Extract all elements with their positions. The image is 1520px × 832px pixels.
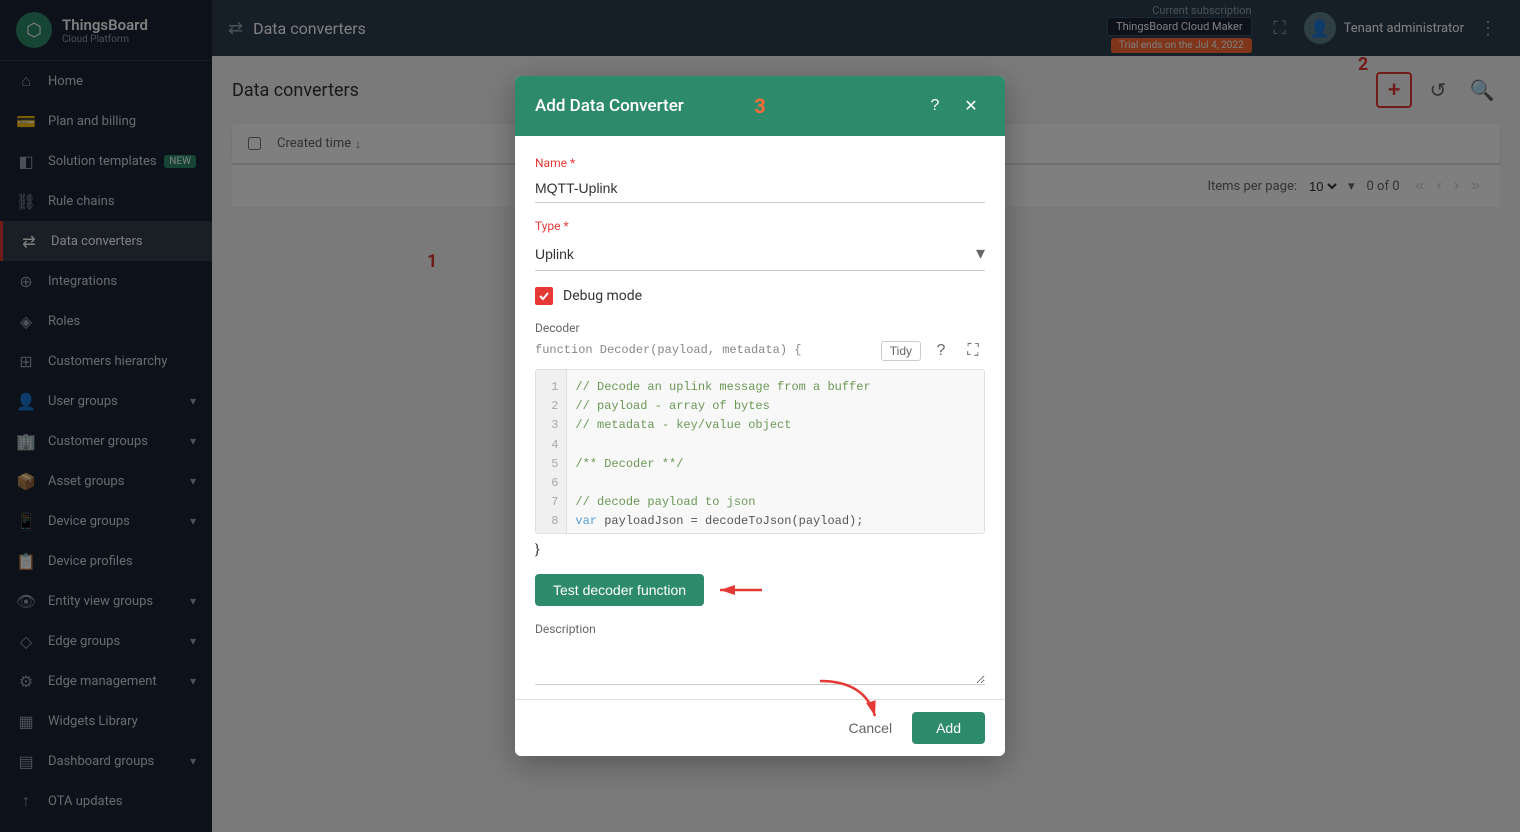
add-button[interactable]: Add [912, 712, 985, 744]
modal-header: Add Data Converter 3 ? ✕ [515, 76, 1005, 136]
fullscreen-decoder-button[interactable]: ⛶ [961, 339, 985, 363]
description-textarea[interactable] [535, 640, 985, 685]
debug-mode-label: Debug mode [563, 288, 642, 304]
code-editor[interactable]: 12345678910 // Decode an uplink message … [535, 369, 985, 534]
modal-close-button[interactable]: ✕ [957, 92, 985, 120]
annotation-3: 3 [754, 94, 765, 118]
modal-overlay: Add Data Converter 3 ? ✕ Name * Type [0, 0, 1520, 832]
type-chevron-down-icon: ▾ [976, 243, 985, 264]
modal-body: Name * Type * Uplink Downlink ▾ [515, 136, 1005, 699]
arrow-indicator [712, 575, 772, 605]
type-select[interactable]: Uplink Downlink [535, 246, 976, 262]
help-decoder-button[interactable]: ? [929, 339, 953, 363]
description-group: Description [535, 622, 985, 689]
line-numbers: 12345678910 [536, 370, 567, 533]
decoder-label: Decoder [535, 321, 985, 335]
name-label: Name * [535, 156, 985, 170]
checkmark-icon [538, 290, 550, 302]
debug-mode-row: Debug mode [535, 287, 985, 305]
decoder-group: Decoder function Decoder(payload, metada… [535, 321, 985, 558]
name-input[interactable] [535, 174, 985, 203]
name-required: * [570, 156, 575, 170]
code-content[interactable]: // Decode an uplink message from a buffe… [567, 370, 984, 533]
type-required: * [564, 219, 569, 233]
modal-header-actions: ? ✕ [921, 92, 985, 120]
tidy-button[interactable]: Tidy [881, 341, 921, 361]
type-select-container: Uplink Downlink ▾ [535, 237, 985, 271]
modal-footer: Cancel Add [515, 699, 1005, 756]
type-field-group: Type * Uplink Downlink ▾ [535, 219, 985, 271]
add-arrow-indicator [815, 676, 885, 726]
decoder-function-hint: function Decoder(payload, metadata) { [535, 343, 801, 357]
description-label: Description [535, 622, 985, 636]
decoder-toolbar: Tidy ? ⛶ [881, 339, 985, 363]
debug-mode-checkbox[interactable] [535, 287, 553, 305]
test-decoder-button[interactable]: Test decoder function [535, 574, 704, 606]
test-decoder-row: Test decoder function [535, 574, 985, 606]
add-data-converter-modal: Add Data Converter 3 ? ✕ Name * Type [515, 76, 1005, 756]
closing-bracket: } [535, 542, 985, 558]
type-label: Type * [535, 219, 985, 233]
name-field-group: Name * [535, 156, 985, 203]
modal-title: Add Data Converter [535, 96, 921, 116]
modal-help-button[interactable]: ? [921, 92, 949, 120]
